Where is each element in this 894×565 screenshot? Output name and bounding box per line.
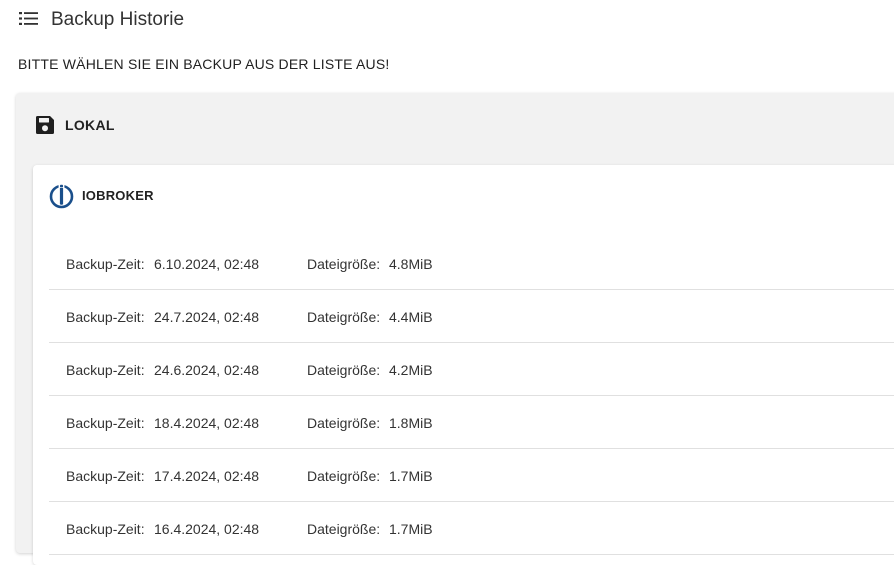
backup-time-value: 17.4.2024, 02:48 <box>154 468 260 484</box>
file-size-value: 1.7MiB <box>389 468 433 484</box>
backup-time-value: 18.4.2024, 02:48 <box>154 415 260 431</box>
backup-time-label: Backup-Zeit: <box>66 521 145 537</box>
iobroker-logo <box>49 184 74 209</box>
backup-time-label: Backup-Zeit: <box>66 362 145 378</box>
file-size-value: 4.4MiB <box>389 309 433 325</box>
iobroker-group-card: IOBROKER Backup-Zeit: 6.10.2024, 02:48 D… <box>33 165 894 565</box>
group-title: IOBROKER <box>82 188 154 203</box>
backup-time-label: Backup-Zeit: <box>66 256 145 272</box>
file-size-value: 4.8MiB <box>389 256 433 272</box>
backup-list: Backup-Zeit: 6.10.2024, 02:48 Dateigröße… <box>49 237 894 555</box>
local-section-card: LOKAL IOBROKER Backup-Zeit: 6.10.2024, 0… <box>16 93 894 565</box>
backup-time-label: Backup-Zeit: <box>66 415 145 431</box>
backup-time-label: Backup-Zeit: <box>66 468 145 484</box>
backup-row[interactable]: Backup-Zeit: 17.4.2024, 02:48 Dateigröße… <box>49 449 894 502</box>
file-size-value: 1.8MiB <box>389 415 433 431</box>
file-size-label: Dateigröße: <box>307 521 381 537</box>
file-size-label: Dateigröße: <box>307 468 381 484</box>
backup-row[interactable]: Backup-Zeit: 6.10.2024, 02:48 Dateigröße… <box>49 237 894 290</box>
file-size-label: Dateigröße: <box>307 362 381 378</box>
backup-time-value: 24.7.2024, 02:48 <box>154 309 260 325</box>
backup-time-value: 24.6.2024, 02:48 <box>154 362 260 378</box>
backup-time-value: 6.10.2024, 02:48 <box>154 256 260 272</box>
file-size-value: 1.7MiB <box>389 521 433 537</box>
file-size-label: Dateigröße: <box>307 256 381 272</box>
backup-time-value: 16.4.2024, 02:48 <box>154 521 260 537</box>
backup-time-label: Backup-Zeit: <box>66 309 145 325</box>
page-header: Backup Historie <box>0 0 894 40</box>
backup-row[interactable]: Backup-Zeit: 24.6.2024, 02:48 Dateigröße… <box>49 343 894 396</box>
file-size-label: Dateigröße: <box>307 415 381 431</box>
file-size-value: 4.2MiB <box>389 362 433 378</box>
backup-row[interactable]: Backup-Zeit: 24.7.2024, 02:48 Dateigröße… <box>49 290 894 343</box>
list-icon <box>19 12 38 25</box>
page-title: Backup Historie <box>51 9 185 30</box>
backup-row[interactable]: Backup-Zeit: 18.4.2024, 02:48 Dateigröße… <box>49 396 894 449</box>
floppy-disk-icon <box>36 116 54 134</box>
instruction-text: BITTE WÄHLEN SIE EIN BACKUP AUS DER LIST… <box>18 56 390 72</box>
file-size-label: Dateigröße: <box>307 309 381 325</box>
section-title: LOKAL <box>65 117 115 133</box>
